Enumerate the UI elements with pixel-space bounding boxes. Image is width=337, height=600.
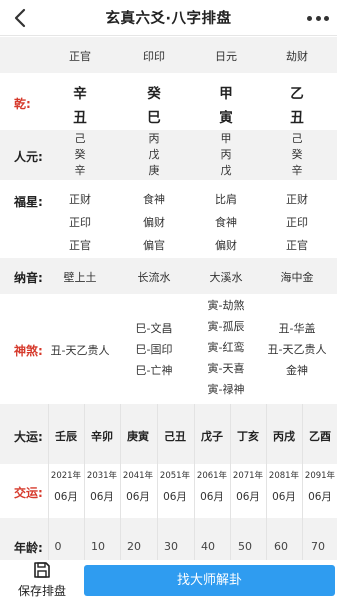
shishen-cell: 正官	[69, 50, 91, 63]
nayin-cell: 壁上土	[63, 271, 97, 284]
age-cell: 0	[54, 540, 62, 553]
bottom-bar: 保存排盘 找大师解卦	[0, 560, 337, 600]
renyuan-cell: 丙戊庚	[148, 132, 160, 177]
shensha-cell: 丑-天乙贵人	[50, 344, 110, 357]
renyuan-cell: 己癸辛	[291, 132, 303, 177]
jiaoyun-cell: 2021年 06月	[50, 471, 82, 503]
age-cell: 40	[201, 540, 215, 553]
save-chart-button[interactable]: 保存排盘	[10, 560, 74, 600]
shensha-row: 神煞: 丑-天乙贵人 巳-文昌 巳-国印 巳-亡神 寅-劫煞 寅-孤辰 寅-红鸾 寅-天喜…	[0, 294, 337, 404]
jiaoyun-cell: 2031年 06月	[86, 471, 118, 503]
shensha-cell: 巳-文昌 巳-国印 巳-亡神	[135, 322, 173, 377]
age-cell: 10	[91, 540, 105, 553]
tiangan-cell: 甲寅	[219, 86, 233, 126]
jiaoyun-cell: 2091年 06月	[304, 471, 336, 503]
save-chart-label: 保存排盘	[17, 584, 66, 598]
nav-bar: 玄真六爻·八字排盘	[0, 0, 337, 36]
tiangan-cell: 癸巳	[147, 86, 161, 126]
grid-divider	[194, 404, 195, 560]
nayin-cell: 长流水	[137, 271, 171, 284]
renyuan-cell: 甲丙戊	[220, 132, 232, 177]
age-label: 年龄:	[14, 541, 43, 555]
dayun-label: 大运:	[14, 430, 43, 444]
age-cell: 30	[164, 540, 178, 553]
grid-divider	[302, 404, 303, 560]
shensha-cell: 丑-华盖 丑-天乙贵人 金神	[267, 322, 327, 377]
jiaoyun-cell: 2081年 06月	[268, 471, 300, 503]
fuxing-cell: 比肩 食神 偏财	[215, 193, 237, 252]
nayin-row: 纳音: 壁上土 长流水 大溪水 海中金	[0, 258, 337, 294]
age-cell: 60	[274, 540, 288, 553]
find-master-button[interactable]: 找大师解卦	[84, 565, 335, 596]
renyuan-row: 人元: 己癸辛 丙戊庚 甲丙戊 己癸辛	[0, 130, 337, 180]
fuxing-row: 福星: 正财 正印 正官 食神 偏财 偏官 比肩 食神 偏财 正财 正印 正官	[0, 180, 337, 258]
fuxing-label: 福星:	[14, 195, 43, 209]
shishen-row: 正官 印印 日元 劫财	[0, 37, 337, 73]
grid-divider	[230, 404, 231, 560]
age-row: 年龄: 0 10 20 30 40 50 60 70	[0, 518, 337, 560]
tiangan-cell: 乙丑	[290, 86, 304, 126]
jiaoyun-cell: 2061年 06月	[196, 471, 228, 503]
dayun-row: 大运: 壬辰 辛卯 庚寅 己丑 戊子 丁亥 丙戌 乙酉	[0, 404, 337, 464]
shishen-cell: 日元	[215, 50, 237, 63]
tiangan-cell: 辛丑	[73, 86, 87, 126]
age-cell: 70	[311, 540, 325, 553]
dayun-cell: 己丑	[164, 430, 186, 443]
fuxing-cell: 正财 正印 正官	[286, 193, 308, 252]
grid-divider	[84, 404, 85, 560]
more-options-icon[interactable]	[307, 8, 329, 28]
dayun-cell: 庚寅	[127, 430, 149, 443]
renyuan-cell: 己癸辛	[74, 132, 86, 177]
jiaoyun-cell: 2071年 06月	[232, 471, 264, 503]
qian-label: 乾:	[14, 97, 31, 111]
jiaoyun-cell: 2051年 06月	[159, 471, 191, 503]
dayun-cell: 乙酉	[309, 430, 331, 443]
grid-divider	[120, 404, 121, 560]
shishen-cell: 劫财	[286, 50, 308, 63]
qian-row: 乾: 辛丑 癸巳 甲寅 乙丑	[0, 73, 337, 130]
dayun-cell: 戊子	[201, 430, 223, 443]
nayin-cell: 海中金	[280, 271, 314, 284]
dayun-cell: 辛卯	[91, 430, 113, 443]
nayin-cell: 大溪水	[209, 271, 243, 284]
nayin-label: 纳音:	[14, 271, 43, 285]
fuxing-cell: 正财 正印 正官	[69, 193, 91, 252]
shensha-cell: 寅-劫煞 寅-孤辰 寅-红鸾 寅-天喜 寅-禄神	[207, 299, 245, 396]
page-title: 玄真六爻·八字排盘	[105, 11, 232, 27]
save-disk-icon	[34, 562, 50, 578]
grid-divider	[266, 404, 267, 560]
fuxing-cell: 食神 偏财 偏官	[143, 193, 165, 252]
dayun-cell: 丁亥	[237, 430, 259, 443]
age-cell: 50	[238, 540, 252, 553]
jiaoyun-label: 交运:	[14, 486, 43, 500]
grid-divider	[157, 404, 158, 560]
jiaoyun-cell: 2041年 06月	[122, 471, 154, 503]
dayun-cell: 丙戌	[273, 430, 295, 443]
shensha-label: 神煞:	[14, 344, 43, 358]
age-cell: 20	[127, 540, 141, 553]
shishen-cell: 印印	[143, 50, 165, 63]
jiaoyun-row: 交运: 2021年 06月 2031年 06月 2041年 06月 2051年 06月 …	[0, 464, 337, 518]
renyuan-label: 人元:	[14, 150, 43, 164]
dayun-cell: 壬辰	[55, 430, 77, 443]
back-arrow-icon[interactable]	[10, 6, 32, 30]
grid-divider	[48, 404, 49, 560]
